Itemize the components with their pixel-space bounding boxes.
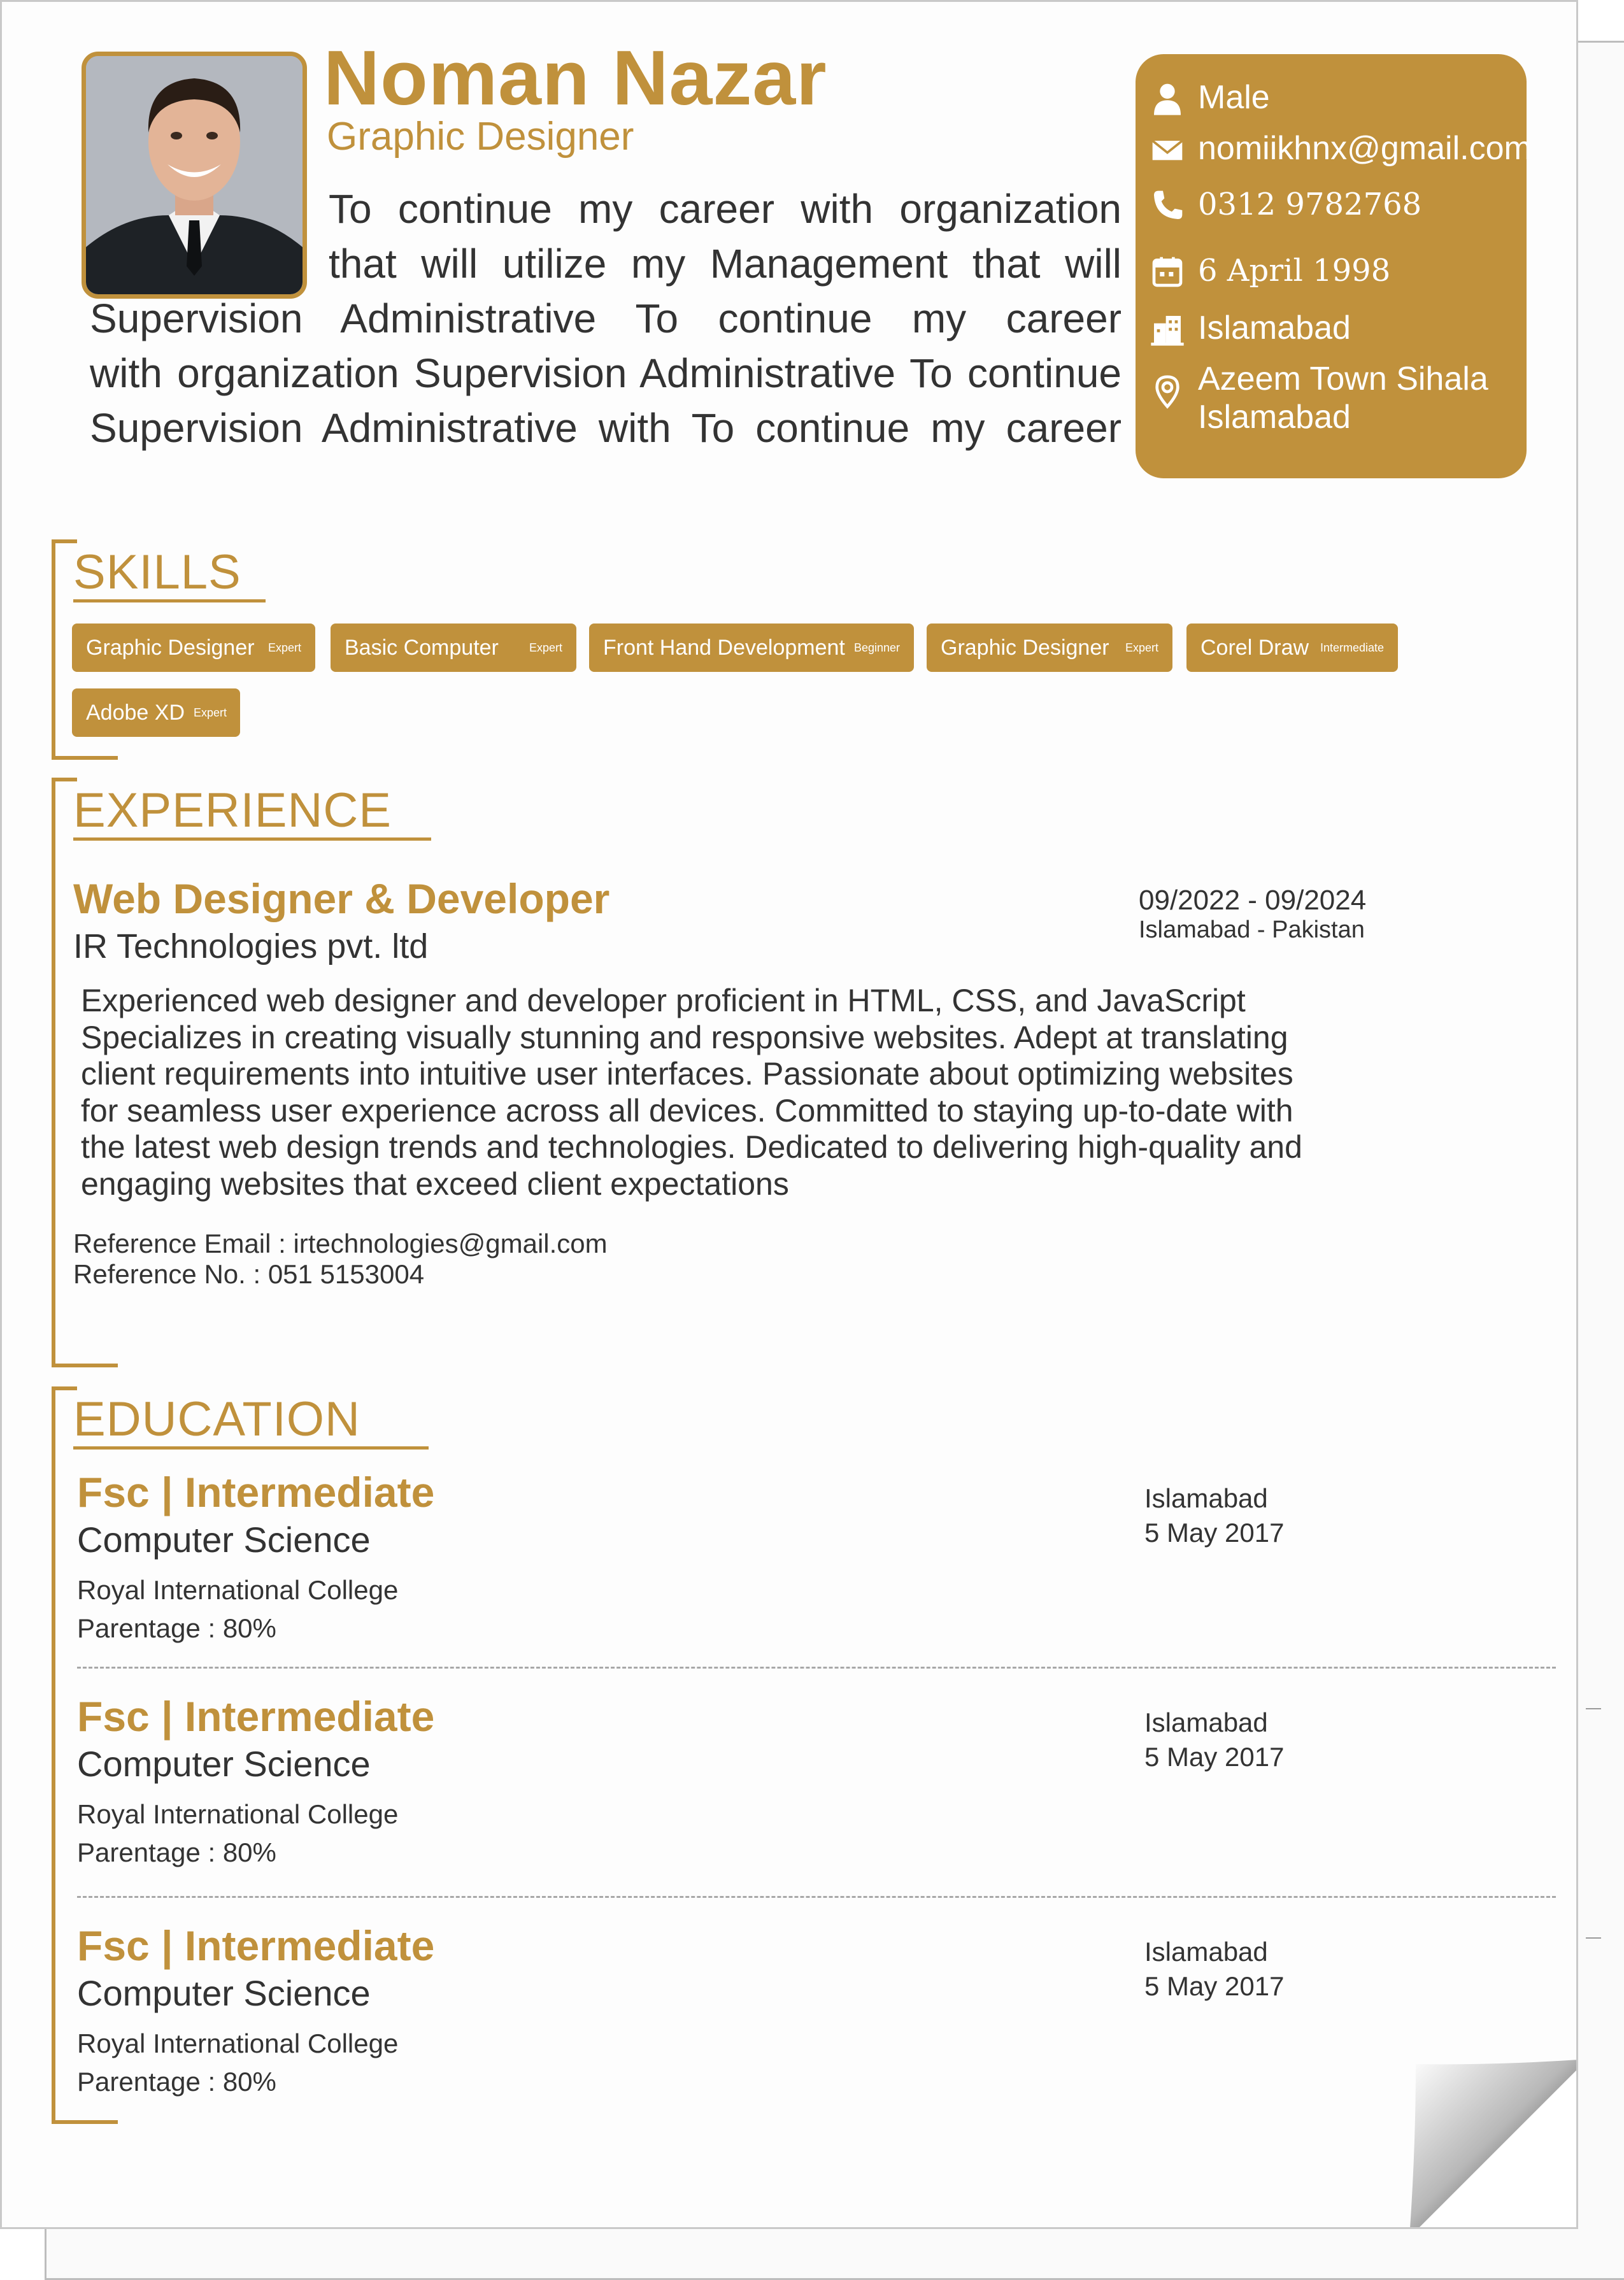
entry-divider <box>77 1896 1556 1898</box>
entry-divider <box>77 1667 1556 1669</box>
skills-underline <box>73 599 266 602</box>
page-curl-icon <box>1410 2060 1576 2227</box>
education-school: Royal International College <box>77 2028 399 2058</box>
education-percentage: Parentage : 80% <box>77 2067 276 2097</box>
job-location: Islamabad - Pakistan <box>1139 916 1365 943</box>
location-pin-icon <box>1155 375 1179 409</box>
reference-number: Reference No. : 051 5153004 <box>73 1259 425 1289</box>
education-percentage: Parentage : 80% <box>77 1837 276 1867</box>
summary-line: Supervision Administrative with To conti… <box>90 405 1122 451</box>
career-summary: To continue my career with organization … <box>90 182 1122 455</box>
phone-icon <box>1154 190 1183 219</box>
contact-card: Male nomiikhnx@gmail.com 0312 9782768 6 … <box>1136 54 1532 478</box>
job-title: Web Designer & Developer <box>73 875 610 922</box>
summary-line: with organization Supervision Administra… <box>90 350 1122 396</box>
job-dates: 09/2022 - 09/2024 <box>1139 885 1367 916</box>
education-title: Fsc | Intermediate <box>77 1469 435 1516</box>
user-icon <box>1154 83 1181 115</box>
contact-city: Islamabad <box>1150 309 1351 347</box>
education-date: 5 May 2017 <box>1144 1518 1285 1548</box>
description-line: engaging websites that exceed client exp… <box>81 1165 789 1202</box>
company-name: IR Technologies pvt. ltd <box>73 927 429 965</box>
description-line: the latest web design trends and technol… <box>81 1129 1302 1165</box>
skill-chip: Graphic Designer Expert <box>927 623 1172 672</box>
edge-mark <box>1586 1937 1601 1939</box>
description-line: Specializes in creating visually stunnin… <box>81 1019 1288 1055</box>
resume-page: Noman Nazar Graphic Designer To continue… <box>0 0 1578 2229</box>
reference-email: Reference Email : irtechnologies@gmail.c… <box>73 1229 608 1258</box>
education-city: Islamabad <box>1144 1483 1268 1513</box>
contact-gender: Male <box>1150 78 1270 117</box>
contact-email[interactable]: nomiikhnx@gmail.com <box>1150 129 1532 167</box>
education-field: Computer Science <box>77 1973 371 2013</box>
contact-phone[interactable]: 0312 9782768 <box>1150 185 1421 224</box>
address-line: Islamabad <box>1198 399 1351 436</box>
summary-line: that will utilize my Management that wil… <box>329 241 1122 287</box>
education-heading: EDUCATION <box>73 1392 360 1446</box>
contact-dob: 6 April 1998 <box>1150 252 1390 290</box>
calendar-icon <box>1152 257 1183 287</box>
summary-line: Supervision Administrative To continue m… <box>90 296 1122 341</box>
education-underline <box>73 1446 429 1450</box>
education-school: Royal International College <box>77 1799 399 1829</box>
experience-underline <box>73 837 431 841</box>
education-city: Islamabad <box>1144 1937 1268 1967</box>
education-date: 5 May 2017 <box>1144 1971 1285 2001</box>
contact-address: Azeem Town Sihala Islamabad <box>1150 360 1488 436</box>
building-icon <box>1151 316 1184 346</box>
education-date: 5 May 2017 <box>1144 1742 1285 1772</box>
summary-line: To continue my career with organization <box>329 186 1122 232</box>
candidate-name: Noman Nazar <box>324 34 827 121</box>
description-line: for seamless user experience across all … <box>81 1092 1293 1129</box>
skill-chip: Graphic Designer Expert <box>72 623 315 672</box>
skill-chip: Basic Computer Expert <box>331 623 576 672</box>
education-school: Royal International College <box>77 1575 399 1605</box>
experience-heading: EXPERIENCE <box>73 783 392 837</box>
skill-chip: Adobe XD Expert <box>72 688 240 737</box>
education-field: Computer Science <box>77 1520 371 1560</box>
mail-icon <box>1151 139 1183 160</box>
skill-chip: Corel Draw Intermediate <box>1186 623 1398 672</box>
education-title: Fsc | Intermediate <box>77 1693 435 1740</box>
job-description: Experienced web designer and developer p… <box>81 983 1393 1202</box>
education-city: Islamabad <box>1144 1707 1268 1737</box>
skills-heading: SKILLS <box>73 545 241 599</box>
education-title: Fsc | Intermediate <box>77 1922 435 1969</box>
description-line: Experienced web designer and developer p… <box>81 983 1246 1018</box>
edge-mark <box>1586 1708 1601 1709</box>
description-line: client requirements into intuitive user … <box>81 1056 1293 1092</box>
education-percentage: Parentage : 80% <box>77 1613 276 1643</box>
education-field: Computer Science <box>77 1744 371 1784</box>
address-line: Azeem Town Sihala <box>1198 360 1488 397</box>
skill-chip: Front Hand Development Beginner <box>589 623 914 672</box>
candidate-role: Graphic Designer <box>327 115 634 159</box>
